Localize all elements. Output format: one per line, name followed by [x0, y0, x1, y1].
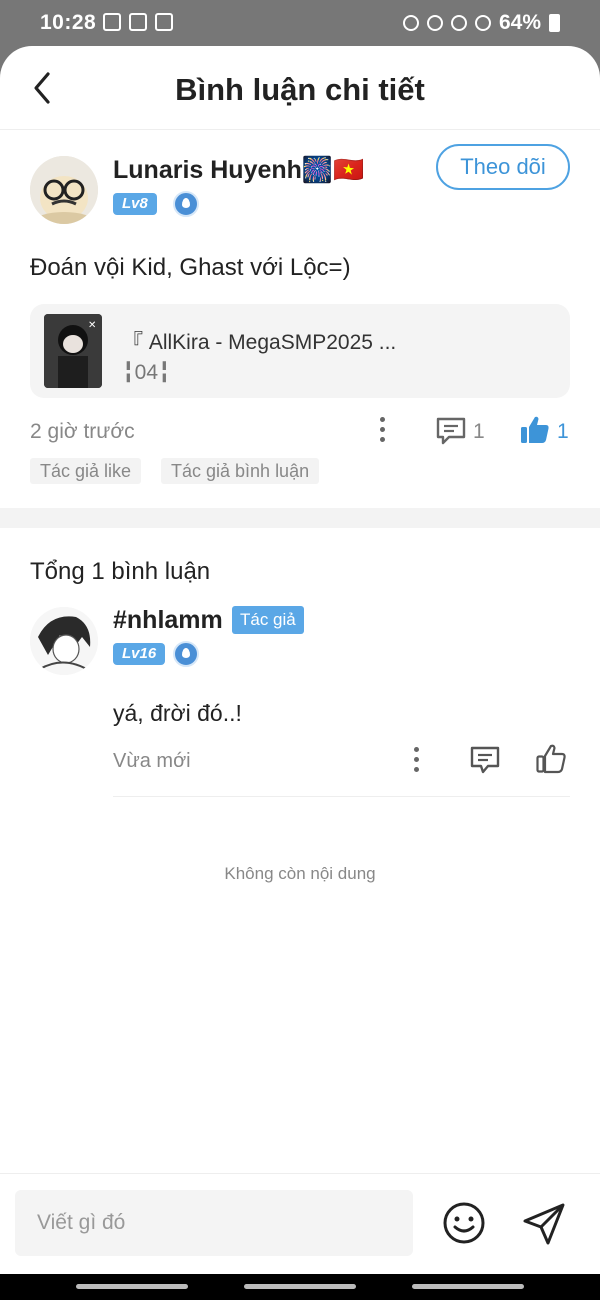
follow-button[interactable]: Theo dõi [436, 144, 570, 190]
comment-detail-sheet: Bình luận chi tiết Lunaris Huyenh🎆🇻🇳 Lv8… [0, 46, 600, 1274]
thumbs-up-icon[interactable] [519, 414, 551, 446]
like-count: 1 [557, 420, 569, 443]
attachment-thumbnail: ✕ [44, 314, 102, 388]
comment-icon[interactable] [469, 745, 501, 775]
page-title: Bình luận chi tiết [175, 72, 425, 107]
avatar-image [30, 607, 98, 675]
status-time: 10:28 [40, 11, 97, 34]
status-bar: 10:28 64% [0, 0, 600, 46]
comment-count: 1 [473, 420, 485, 443]
nav-home[interactable] [244, 1284, 356, 1289]
comment-level-badge: Lv16 [113, 643, 166, 665]
comment-text: yá, đrời đó..! [113, 700, 242, 726]
attachment-card[interactable]: ✕ 『 AllKira - MegaSMP2025 ... ╏04╏ [30, 304, 570, 398]
send-icon[interactable] [521, 1201, 567, 1247]
attachment-title: 『 AllKira - MegaSMP2025 ... [122, 331, 397, 354]
post-time: 2 giờ trước [30, 420, 135, 443]
tag-author-like: Tác giả like [30, 458, 142, 484]
comment-author-avatar[interactable] [30, 607, 98, 675]
tag-author-comment: Tác giả bình luận [161, 458, 320, 484]
more-options-button[interactable] [379, 416, 387, 444]
post-text: Đoán vội Kid, Ghast với Lộc=) [30, 254, 351, 281]
verified-icon [173, 641, 199, 667]
nav-recents[interactable] [76, 1284, 188, 1289]
comment-input[interactable] [15, 1190, 413, 1256]
thumbs-up-icon[interactable] [535, 743, 567, 775]
mute-icon [450, 15, 467, 31]
post-author-avatar[interactable] [30, 156, 98, 224]
post-username[interactable]: Lunaris Huyenh🎆🇻🇳 [113, 156, 364, 185]
comment-time: Vừa mới [113, 750, 191, 772]
svg-text:✕: ✕ [88, 320, 96, 331]
grid-notification-icon [103, 13, 121, 31]
notification-icons [103, 13, 173, 31]
battery-percent: 64% [498, 11, 541, 34]
avatar-image [30, 156, 98, 224]
nav-back[interactable] [412, 1284, 524, 1289]
comment-username[interactable]: #nhlamm [113, 606, 223, 635]
end-of-content: Không còn nội dung [224, 864, 376, 883]
author-tag: Tác giả [232, 606, 304, 634]
comment-composer [0, 1173, 600, 1274]
verified-icon [173, 191, 199, 217]
level-badge: Lv8 [113, 193, 157, 215]
section-divider [0, 508, 600, 528]
system-icons: 64% [402, 11, 560, 35]
battery-icon [549, 14, 560, 32]
alarm-icon [426, 15, 443, 31]
home-status-icon [402, 15, 419, 31]
comment-icon[interactable] [435, 416, 467, 446]
system-nav-bar [0, 1274, 600, 1300]
play-notification-icon [129, 13, 147, 31]
emoji-icon[interactable] [442, 1201, 486, 1245]
comment-more-button[interactable] [413, 746, 421, 774]
comment-total: Tổng 1 bình luận [30, 558, 211, 585]
comment-separator [113, 796, 570, 797]
image-notification-icon [155, 13, 173, 31]
header: Bình luận chi tiết [0, 46, 600, 130]
attachment-subtitle: ╏04╏ [122, 361, 171, 384]
signal-icon [474, 15, 491, 31]
